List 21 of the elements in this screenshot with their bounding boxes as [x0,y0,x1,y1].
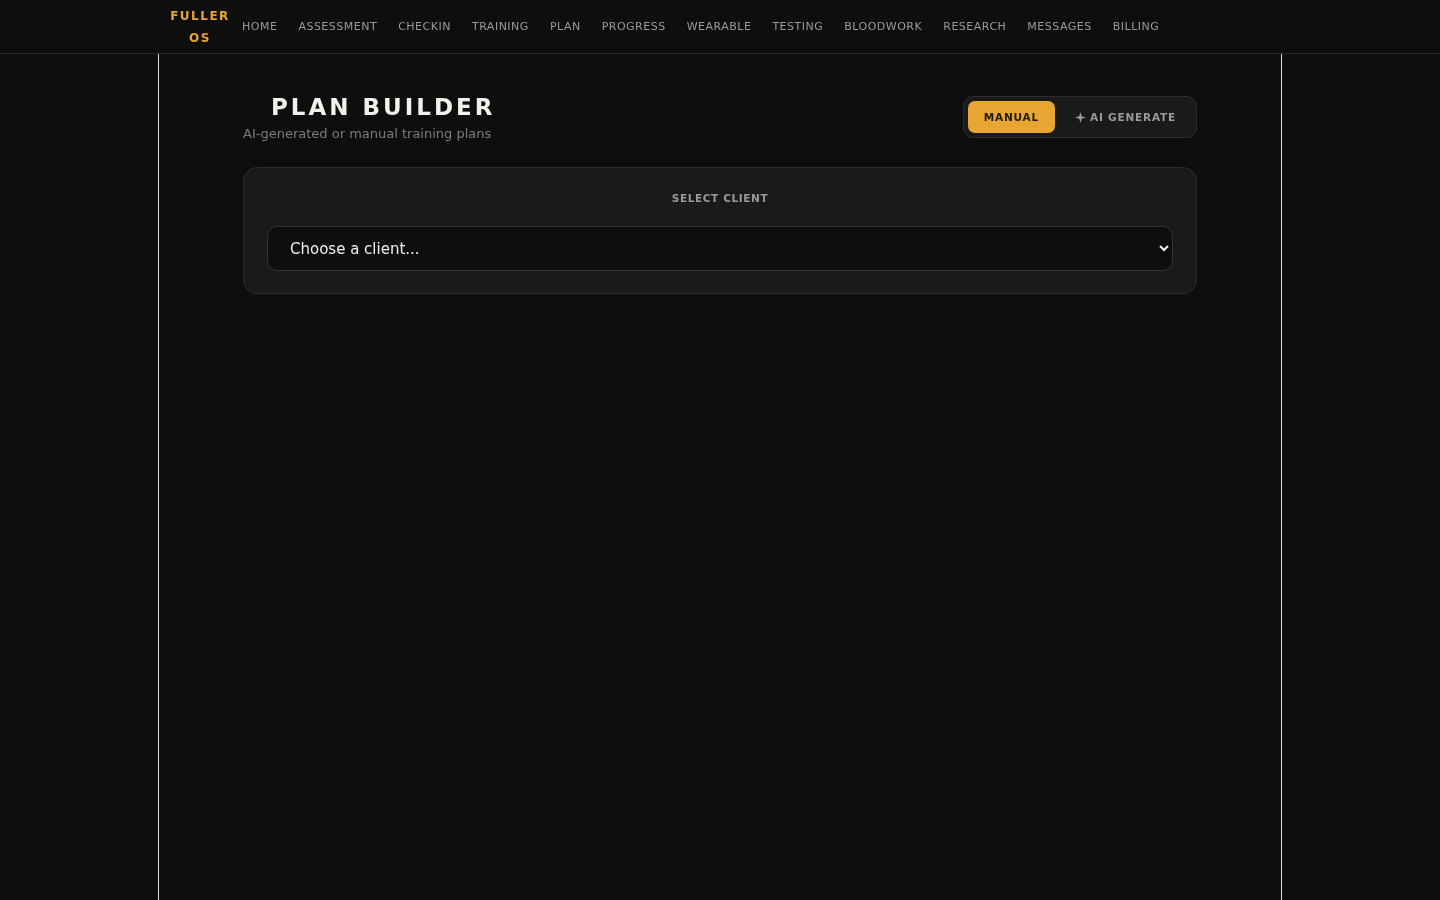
nav-link[interactable]: WEARABLE [686,16,752,37]
brand-logo-text: OS [189,29,211,47]
nav-link[interactable]: CHECKIN [398,16,451,37]
client-select[interactable]: Choose a client... [267,226,1173,271]
brand-logo-text: FULLER [170,7,230,25]
nav-link[interactable]: BILLING [1112,16,1160,37]
nav-link[interactable]: BLOODWORK [844,16,923,37]
nav-link[interactable]: PLAN [549,16,581,37]
nav-link[interactable]: ASSESSMENT [298,16,378,37]
nav-link[interactable]: TRAINING [471,16,529,37]
mode-button[interactable]: MANUAL [967,101,1055,133]
nav-link[interactable]: PROGRESS [601,16,666,37]
page-title: PLAN BUILDER [271,93,496,122]
nav-link[interactable]: TESTING [772,16,824,37]
page-subtitle: AI-generated or manual training plans [243,126,493,141]
mode-button[interactable]: AI GENERATE [1059,101,1192,133]
nav-link[interactable]: MESSAGES [1027,16,1092,37]
nav-link[interactable]: RESEARCH [943,16,1007,37]
select-client-label: SELECT CLIENT [671,192,769,204]
nav-link[interactable]: HOME [242,16,278,37]
sparkle-icon [1075,111,1086,123]
